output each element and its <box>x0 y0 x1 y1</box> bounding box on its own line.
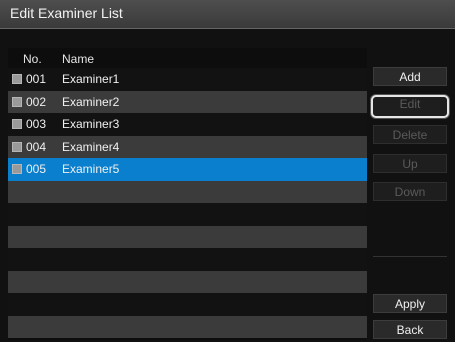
row-number: 004 <box>26 139 47 154</box>
edit-button[interactable]: Edit <box>371 95 449 118</box>
row-checkbox[interactable] <box>12 96 22 107</box>
examiner-list: No. Name 001 Examiner1 002 Examiner2 003… <box>8 48 367 340</box>
row-number: 003 <box>26 117 47 131</box>
empty-row <box>8 180 367 203</box>
list-row[interactable]: 002 Examiner2 <box>8 90 367 113</box>
row-name: Examiner5 <box>62 162 120 176</box>
empty-row <box>8 225 367 248</box>
list-row[interactable]: 003 Examiner3 <box>8 113 367 136</box>
window-title: Edit Examiner List <box>10 5 123 21</box>
row-number: 001 <box>26 72 47 86</box>
empty-row <box>8 270 367 293</box>
apply-button[interactable]: Apply <box>373 294 447 313</box>
row-name: Examiner1 <box>62 72 120 86</box>
row-checkbox[interactable] <box>12 141 22 152</box>
column-header-no: No. <box>23 52 42 66</box>
row-checkbox[interactable] <box>12 164 22 174</box>
row-number: 005 <box>26 162 47 176</box>
row-name: Examiner4 <box>62 139 120 154</box>
empty-row <box>8 248 367 271</box>
up-button[interactable]: Up <box>373 154 447 173</box>
row-name: Examiner3 <box>62 117 120 131</box>
empty-row <box>8 315 367 338</box>
back-button[interactable]: Back <box>373 320 447 339</box>
delete-button[interactable]: Delete <box>373 125 447 144</box>
title-bar: Edit Examiner List <box>0 0 455 29</box>
empty-row <box>8 203 367 226</box>
row-checkbox[interactable] <box>12 74 22 84</box>
row-name: Examiner2 <box>62 94 120 109</box>
action-sidebar: Add Edit Delete Up Down Apply Back <box>368 48 455 342</box>
row-checkbox[interactable] <box>12 119 22 129</box>
row-number: 002 <box>26 94 47 109</box>
sidebar-divider <box>373 256 447 257</box>
list-rows: 001 Examiner1 002 Examiner2 003 Examiner… <box>8 68 367 338</box>
list-row[interactable]: 001 Examiner1 <box>8 68 367 91</box>
list-row[interactable]: 004 Examiner4 <box>8 135 367 158</box>
empty-row <box>8 293 367 316</box>
add-button[interactable]: Add <box>373 67 447 86</box>
column-header-name: Name <box>62 52 95 66</box>
down-button[interactable]: Down <box>373 182 447 201</box>
list-header: No. Name <box>8 52 367 68</box>
list-row-selected[interactable]: 005 Examiner5 <box>8 158 367 181</box>
